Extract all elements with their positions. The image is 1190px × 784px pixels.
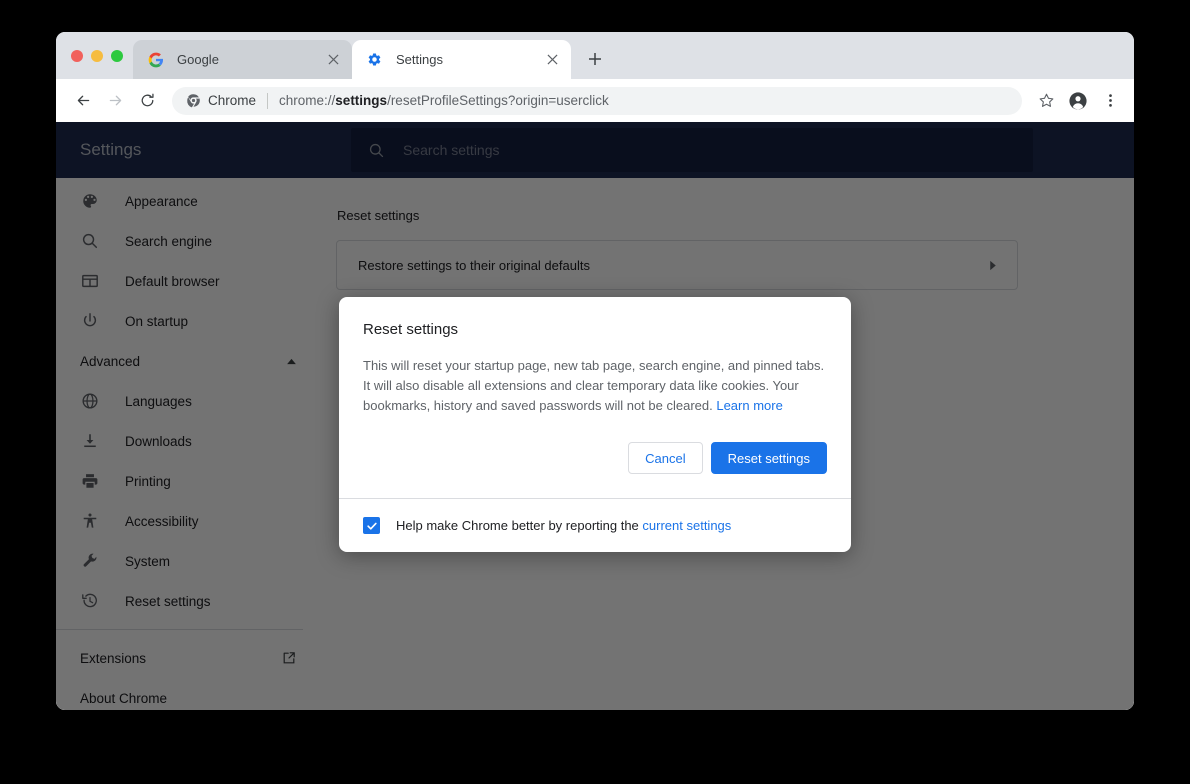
url-prefix: chrome:// [279,93,336,108]
window-controls [65,32,133,79]
footer-text-label: Help make Chrome better by reporting the [396,518,643,533]
back-arrow-icon[interactable] [68,86,98,116]
dialog-actions: Cancel Reset settings [339,416,851,498]
tab-google[interactable]: Google [133,40,352,79]
minimize-window-button[interactable] [91,49,103,62]
google-icon [147,51,164,68]
new-tab-button[interactable] [580,44,610,74]
learn-more-link[interactable]: Learn more [716,398,782,413]
account-avatar-icon[interactable] [1064,87,1092,115]
reset-settings-dialog: Reset settings This will reset your star… [339,297,851,552]
dialog-footer-text: Help make Chrome better by reporting the… [396,518,731,533]
cancel-button[interactable]: Cancel [628,442,703,474]
tab-settings[interactable]: Settings [352,40,571,79]
site-identity-chip[interactable]: Chrome [186,93,256,108]
three-dot-menu-icon[interactable] [1096,87,1124,115]
chrome-chip-label: Chrome [208,93,257,108]
close-window-button[interactable] [71,49,83,62]
url-suffix: /resetProfileSettings?origin=userclick [387,93,609,108]
star-icon[interactable] [1032,87,1060,115]
chrome-logo-icon [186,93,201,108]
url-highlight: settings [335,93,388,108]
url-text[interactable]: chrome://settings/resetProfileSettings?o… [279,93,609,108]
dialog-body: This will reset your startup page, new t… [339,338,851,416]
tab-strip: Google Settings [56,32,1134,79]
tab-title: Google [177,52,219,67]
forward-arrow-icon[interactable] [100,86,130,116]
maximize-window-button[interactable] [111,49,123,62]
close-icon[interactable] [543,51,561,69]
gear-icon [366,51,383,68]
browser-window: Google Settings Chrome chrome://settings… [56,32,1134,710]
address-bar[interactable]: Chrome chrome://settings/resetProfileSet… [172,86,1022,115]
reset-settings-button[interactable]: Reset settings [710,442,827,474]
tab-title: Settings [396,52,443,67]
browser-toolbar: Chrome chrome://settings/resetProfileSet… [56,79,1134,122]
settings-page: Settings Search settings Appearance [56,122,1134,710]
current-settings-link[interactable]: current settings [642,518,731,533]
report-settings-checkbox[interactable] [363,517,380,534]
omnibox-divider [267,92,269,109]
close-icon[interactable] [324,51,342,69]
dialog-footer: Help make Chrome better by reporting the… [339,498,851,552]
dialog-title: Reset settings [363,321,459,338]
reload-icon[interactable] [132,86,162,116]
